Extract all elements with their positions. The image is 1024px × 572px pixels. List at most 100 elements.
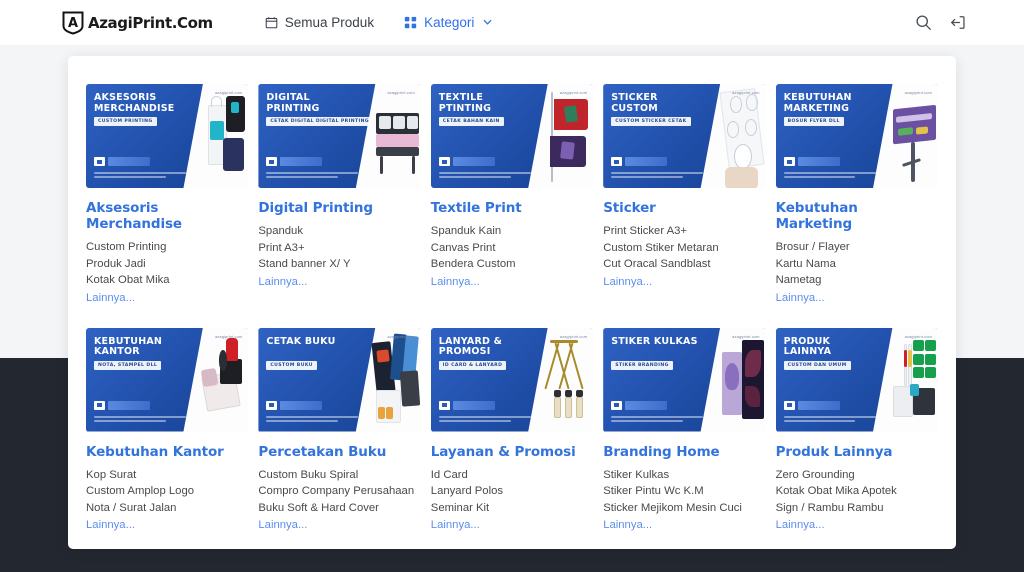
category-subitem[interactable]: Brosur / Flayer: [776, 239, 938, 256]
banner-shop-badge: [266, 401, 322, 410]
search-icon[interactable]: [915, 14, 932, 31]
category-title[interactable]: Digital Printing: [258, 200, 420, 216]
category-subitem[interactable]: Print Sticker A3+: [603, 223, 765, 240]
category-subitem-list: Zero GroundingKotak Obat Mika ApotekSign…: [776, 467, 938, 517]
category-more-link[interactable]: Lainnya...: [603, 519, 765, 531]
banner-shop-badge: [784, 401, 840, 410]
category-more-link[interactable]: Lainnya...: [603, 276, 765, 288]
brand-logo[interactable]: A AzagiPrint.Com: [62, 11, 213, 35]
category-subitem[interactable]: Stand banner X/ Y: [258, 256, 420, 273]
banner-caption-lines: [439, 172, 531, 180]
svg-text:A: A: [68, 16, 78, 31]
category-title[interactable]: Kebutuhan Kantor: [86, 444, 248, 460]
kategori-dropdown-panel: AKSESORIS MERCHANDISECUSTOM PRINTINGazag…: [68, 56, 956, 549]
category-banner-image[interactable]: PRODUK LAINNYACUSTOM DAN UMUMazagiprint.…: [776, 328, 938, 432]
category-title[interactable]: Aksesoris Merchandise: [86, 200, 248, 232]
category-subitem[interactable]: Custom Buku Spiral: [258, 467, 420, 484]
category-subitem-list: Custom Buku SpiralCompro Company Perusah…: [258, 467, 420, 517]
category-subitem[interactable]: Kartu Nama: [776, 256, 938, 273]
shop-now-pill: [453, 157, 495, 166]
category-more-link[interactable]: Lainnya...: [258, 519, 420, 531]
category-subitem[interactable]: Print A3+: [258, 240, 420, 257]
category-subitem[interactable]: Seminar Kit: [431, 500, 593, 517]
cart-icon: [266, 157, 277, 166]
category-subitem[interactable]: Custom Stiker Metaran: [603, 240, 765, 257]
category-subitem[interactable]: Buku Soft & Hard Cover: [258, 500, 420, 517]
category-subitem[interactable]: Custom Amplop Logo: [86, 483, 248, 500]
cart-icon: [784, 401, 795, 410]
banner-subtitle: CUSTOM PRINTING: [94, 117, 157, 126]
shop-now-pill: [108, 401, 150, 410]
category-subitem[interactable]: Sticker Mejikom Mesin Cuci: [603, 500, 765, 517]
category-banner-image[interactable]: TEXTILE PTINTINGCETAK BAHAN KAINazagipri…: [431, 84, 593, 188]
category-more-link[interactable]: Lainnya...: [86, 292, 248, 304]
category-card: CETAK BUKUCUSTOM BUKUazagiprint.com Perce…: [258, 328, 420, 532]
category-subitem-list: Id CardLanyard PolosSeminar Kit: [431, 467, 593, 517]
category-banner-image[interactable]: LANYARD & PROMOSIID CARD & LANYARDazagip…: [431, 328, 593, 432]
banner-subtitle: CUSTOM STICKER CETAK: [611, 117, 690, 126]
category-more-link[interactable]: Lainnya...: [431, 519, 593, 531]
category-subitem[interactable]: Stiker Pintu Wc K.M: [603, 483, 765, 500]
category-banner-image[interactable]: STIKER KULKASSTIKER BRANDINGazagiprint.c…: [603, 328, 765, 432]
banner-subtitle: STIKER BRANDING: [611, 361, 673, 370]
category-subitem[interactable]: Produk Jadi: [86, 256, 248, 273]
category-more-link[interactable]: Lainnya...: [431, 276, 593, 288]
category-subitem[interactable]: Zero Grounding: [776, 467, 938, 484]
banner-title: LANYARD & PROMOSI: [439, 337, 535, 358]
category-subitem[interactable]: Compro Company Perusahaan: [258, 483, 420, 500]
banner-watermark: azagiprint.com: [905, 90, 932, 95]
category-more-link[interactable]: Lainnya...: [776, 519, 938, 531]
category-banner-image[interactable]: STICKER CUSTOMCUSTOM STICKER CETAKazagip…: [603, 84, 765, 188]
cart-icon: [784, 157, 795, 166]
shop-now-pill: [108, 157, 150, 166]
banner-subtitle: CUSTOM BUKU: [266, 361, 316, 370]
category-banner-image[interactable]: AKSESORIS MERCHANDISECUSTOM PRINTINGazag…: [86, 84, 248, 188]
category-title[interactable]: Percetakan Buku: [258, 444, 420, 460]
category-subitem[interactable]: Id Card: [431, 467, 593, 484]
category-subitem[interactable]: Kop Surat: [86, 467, 248, 484]
category-subitem[interactable]: Spanduk Kain: [431, 223, 593, 240]
category-banner-image[interactable]: CETAK BUKUCUSTOM BUKUazagiprint.com: [258, 328, 420, 432]
category-banner-image[interactable]: KEBUTUHAN KANTORNOTA, STAMPEL DLLazagipr…: [86, 328, 248, 432]
category-grid: AKSESORIS MERCHANDISECUSTOM PRINTINGazag…: [86, 84, 938, 531]
category-subitem[interactable]: Kotak Obat Mika: [86, 272, 248, 289]
category-subitem-list: SpandukPrint A3+Stand banner X/ Y: [258, 223, 420, 273]
login-icon[interactable]: [949, 14, 966, 31]
category-subitem-list: Print Sticker A3+Custom Stiker MetaranCu…: [603, 223, 765, 273]
calendar-grid-icon: [265, 16, 278, 29]
category-banner-image[interactable]: KEBUTUHAN MARKETINGBOSUR FLYER DLLazagip…: [776, 84, 938, 188]
category-subitem[interactable]: Nametag: [776, 272, 938, 289]
banner-shop-badge: [784, 157, 840, 166]
category-more-link[interactable]: Lainnya...: [86, 519, 248, 531]
category-subitem[interactable]: Canvas Print: [431, 240, 593, 257]
grid-squares-icon: [404, 16, 417, 29]
banner-shop-badge: [611, 401, 667, 410]
category-subitem[interactable]: Lanyard Polos: [431, 483, 593, 500]
category-card: PRODUK LAINNYACUSTOM DAN UMUMazagiprint.…: [776, 328, 938, 532]
banner-watermark: azagiprint.com: [560, 334, 587, 339]
category-more-link[interactable]: Lainnya...: [258, 276, 420, 288]
category-subitem[interactable]: Nota / Surat Jalan: [86, 500, 248, 517]
category-title[interactable]: Kebutuhan Marketing: [776, 200, 938, 232]
banner-caption-lines: [94, 172, 186, 180]
category-title[interactable]: Branding Home: [603, 444, 765, 460]
category-title[interactable]: Produk Lainnya: [776, 444, 938, 460]
nav-item-kategori[interactable]: Kategori: [404, 15, 492, 30]
category-subitem[interactable]: Sign / Rambu Rambu: [776, 500, 938, 517]
category-subitem[interactable]: Spanduk: [258, 223, 420, 240]
category-more-link[interactable]: Lainnya...: [776, 292, 938, 304]
category-title[interactable]: Textile Print: [431, 200, 593, 216]
category-title[interactable]: Layanan & Promosi: [431, 444, 593, 460]
nav-item-semua-produk[interactable]: Semua Produk: [265, 15, 374, 30]
category-banner-image[interactable]: DIGITAL PRINTINGCETAK DIGITAL DIGITAL PR…: [258, 84, 420, 188]
category-title[interactable]: Sticker: [603, 200, 765, 216]
category-card: KEBUTUHAN KANTORNOTA, STAMPEL DLLazagipr…: [86, 328, 248, 532]
category-subitem[interactable]: Bendera Custom: [431, 256, 593, 273]
banner-caption-lines: [784, 172, 876, 180]
category-subitem[interactable]: Stiker Kulkas: [603, 467, 765, 484]
category-subitem[interactable]: Custom Printing: [86, 239, 248, 256]
banner-watermark: azagiprint.com: [387, 90, 414, 95]
banner-caption-lines: [439, 416, 531, 424]
category-subitem[interactable]: Kotak Obat Mika Apotek: [776, 483, 938, 500]
category-subitem[interactable]: Cut Oracal Sandblast: [603, 256, 765, 273]
